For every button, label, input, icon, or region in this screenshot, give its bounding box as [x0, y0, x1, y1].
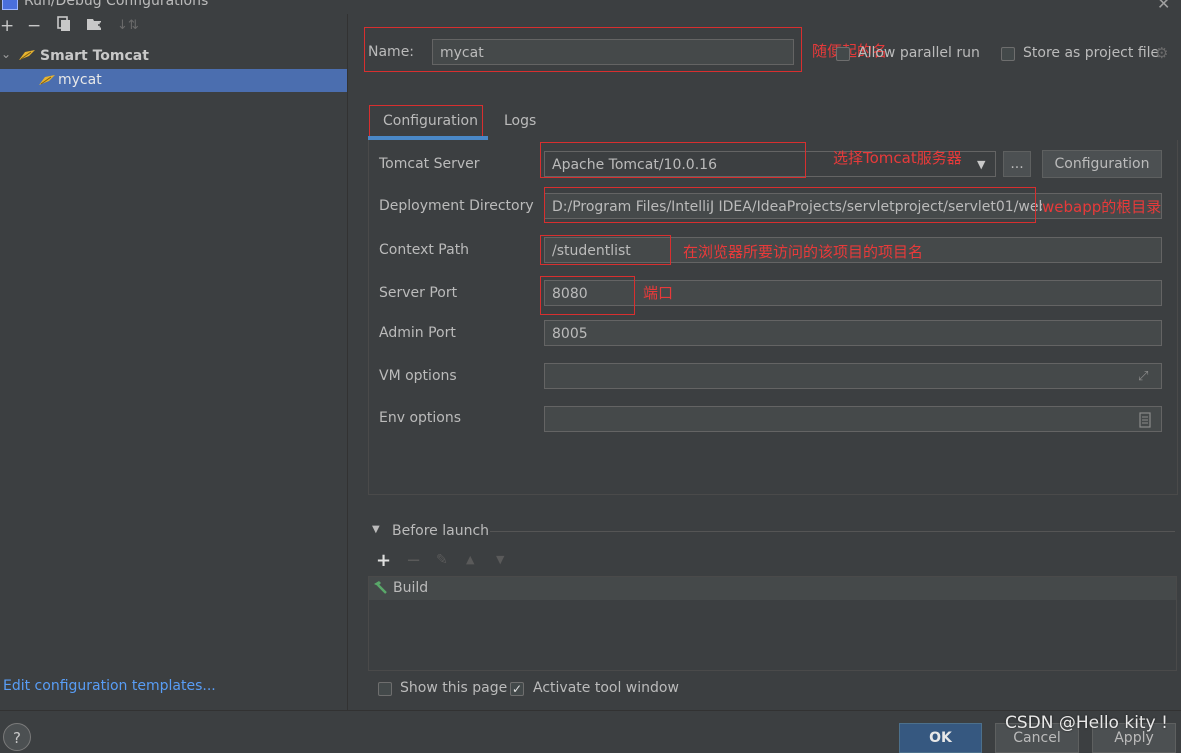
admin-port-label: Admin Port	[379, 325, 456, 341]
config-tree-panel	[0, 14, 348, 710]
move-up-icon[interactable]: ▲	[466, 553, 474, 566]
before-launch-title[interactable]: Before launch	[392, 523, 489, 539]
add-icon[interactable]: +	[376, 550, 391, 571]
vm-options-label: VM options	[379, 368, 457, 384]
tree-item-smart-tomcat[interactable]: ⌄ Smart Tomcat	[0, 45, 347, 67]
add-icon[interactable]: +	[0, 16, 14, 36]
tomcat-icon	[18, 48, 36, 66]
edit-icon[interactable]: ✎	[436, 552, 448, 568]
remove-icon[interactable]: −	[406, 550, 421, 571]
store-project-checkbox[interactable]	[1001, 47, 1015, 61]
remove-icon[interactable]: −	[27, 16, 41, 36]
tomcat-server-label: Tomcat Server	[379, 156, 480, 172]
port-annotation: 端口	[643, 284, 674, 302]
activate-tool-window-label: Activate tool window	[533, 680, 679, 696]
tab-configuration[interactable]: Configuration	[368, 106, 488, 140]
context-highlight-box	[540, 235, 671, 265]
before-launch-divider	[490, 531, 1175, 532]
browse-button[interactable]: ...	[1003, 151, 1031, 177]
allow-parallel-label: Allow parallel run	[858, 45, 980, 61]
chevron-down-icon[interactable]: ▼	[977, 152, 985, 178]
window-title: Run/Debug Configurations	[24, 0, 209, 9]
admin-port-input[interactable]: 8005	[544, 320, 1162, 346]
tomcat-configuration-button[interactable]: Configuration	[1042, 150, 1162, 178]
tree-item-mycat[interactable]: mycat	[0, 69, 347, 92]
close-icon[interactable]: ✕	[1157, 0, 1170, 13]
move-down-icon[interactable]: ▼	[496, 553, 504, 566]
tomcat-icon	[38, 73, 56, 91]
store-project-label: Store as project file	[1023, 45, 1160, 61]
tab-logs[interactable]: Logs	[496, 106, 546, 138]
tree-root-label: Smart Tomcat	[40, 48, 149, 64]
app-icon	[2, 0, 18, 10]
deployment-directory-label: Deployment Directory	[379, 198, 534, 214]
before-launch-list: Build	[368, 576, 1177, 671]
gear-icon[interactable]: ⚙	[1155, 44, 1168, 62]
chevron-down-icon[interactable]: ⌄	[1, 47, 11, 61]
env-options-label: Env options	[379, 410, 462, 426]
deploy-highlight-box	[544, 187, 1036, 223]
sort-icon[interactable]: ↓⇅	[117, 16, 139, 36]
copy-icon[interactable]	[56, 16, 72, 37]
folder-icon[interactable]	[86, 16, 104, 37]
allow-parallel-checkbox[interactable]	[836, 47, 850, 61]
document-icon[interactable]	[1139, 411, 1151, 437]
activate-tool-window-checkbox[interactable]: ✓	[510, 682, 524, 696]
hammer-icon	[372, 580, 388, 600]
deploy-annotation: webapp的根目录	[1042, 196, 1162, 217]
list-item[interactable]: Build	[369, 577, 1176, 600]
build-item-label: Build	[393, 580, 429, 596]
show-page-label: Show this page	[400, 680, 508, 696]
tomcat-highlight-box	[540, 142, 806, 178]
tab-logs-label: Logs	[504, 113, 537, 129]
title-bar: Run/Debug Configurations ✕	[0, 0, 1181, 14]
tomcat-annotation: 选择Tomcat服务器	[833, 149, 962, 167]
collapse-arrow-icon[interactable]: ▼	[372, 524, 380, 535]
server-port-input[interactable]: 8080	[544, 280, 1162, 306]
vm-options-input[interactable]: ⤢	[544, 363, 1162, 389]
help-icon[interactable]: ?	[3, 723, 31, 751]
server-port-label: Server Port	[379, 285, 458, 301]
tree-child-label: mycat	[58, 72, 102, 88]
expand-icon[interactable]: ⤢	[1138, 364, 1148, 390]
ok-button[interactable]: OK	[899, 723, 982, 753]
name-input[interactable]: mycat	[432, 39, 794, 65]
name-label: Name:	[368, 44, 415, 60]
watermark-text: CSDN @Hello kity !	[1005, 713, 1168, 733]
show-page-checkbox[interactable]	[378, 682, 392, 696]
before-launch-toolbar: + − ✎ ▲ ▼	[368, 548, 1176, 574]
port-highlight-box	[540, 276, 635, 315]
context-annotation: 在浏览器所要访问的该项目的项目名	[683, 243, 924, 261]
env-options-input[interactable]	[544, 406, 1162, 432]
admin-port-value: 8005	[552, 326, 588, 342]
edit-templates-link[interactable]: Edit configuration templates...	[3, 678, 216, 694]
context-path-label: Context Path	[379, 242, 470, 258]
tab-configuration-label: Configuration	[383, 113, 478, 129]
